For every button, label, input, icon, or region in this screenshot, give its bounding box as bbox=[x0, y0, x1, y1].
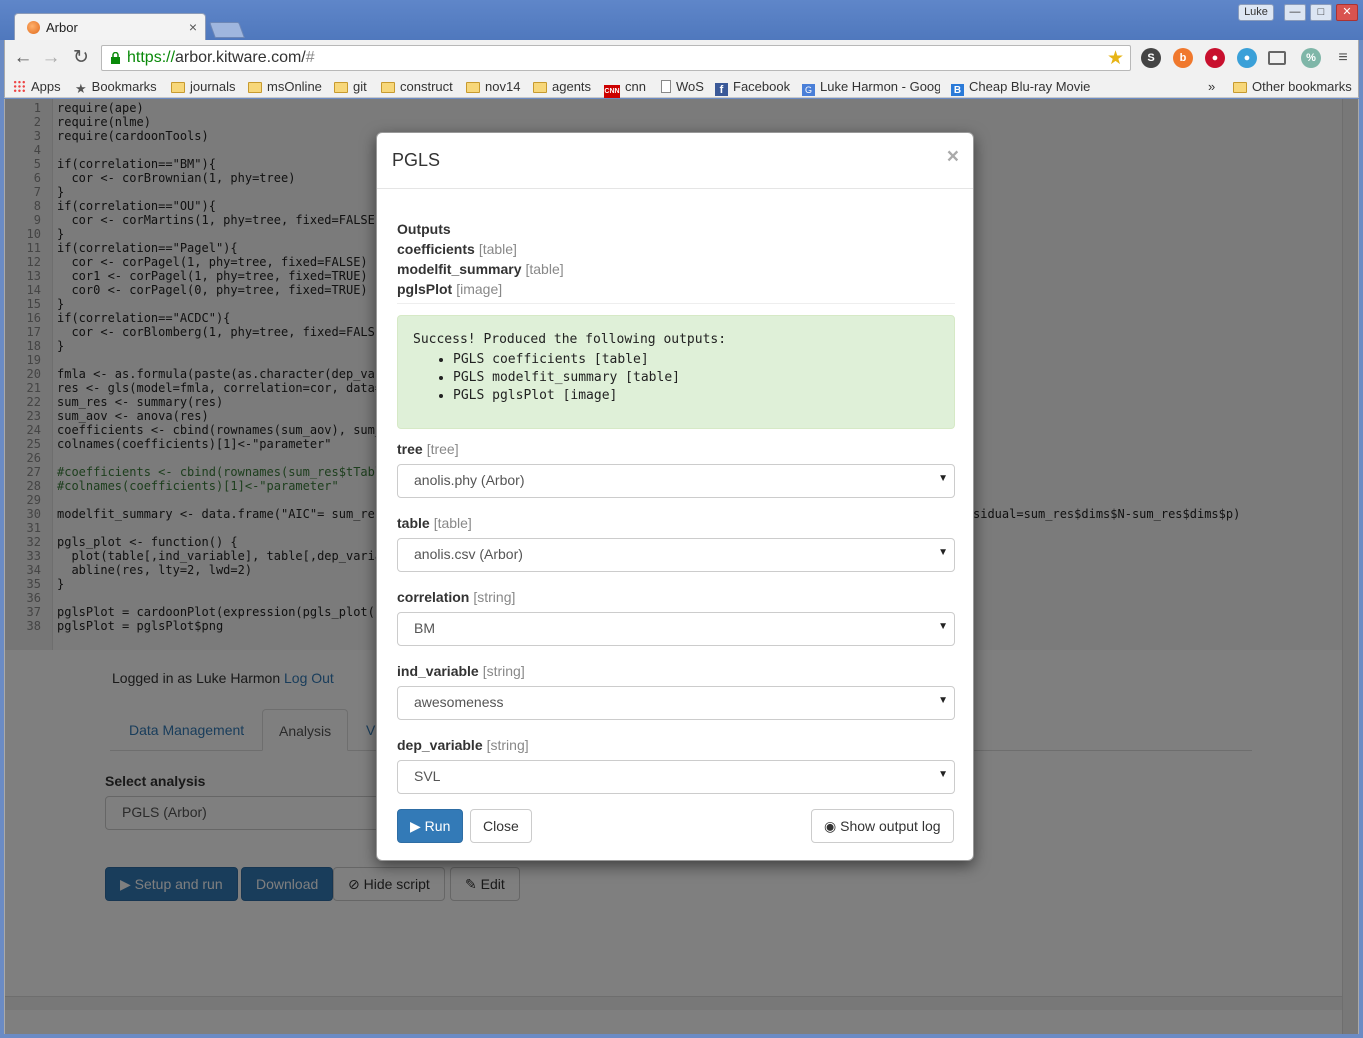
dropdown-caret-icon: ▼ bbox=[938, 621, 948, 632]
modal-close-icon[interactable]: × bbox=[947, 145, 959, 169]
cast-icon[interactable] bbox=[1268, 51, 1286, 65]
table-select[interactable]: anolis.csv (Arbor) ▼ bbox=[397, 538, 955, 572]
folder-icon bbox=[334, 82, 348, 93]
outputs-heading: Outputs bbox=[397, 221, 451, 237]
close-button[interactable]: Close bbox=[470, 809, 532, 843]
success-item: PGLS modelfit_summary [table] bbox=[453, 369, 939, 387]
apps-grid-icon bbox=[13, 80, 26, 93]
modal-title: PGLS bbox=[392, 150, 441, 170]
bookmark-agents[interactable]: agents bbox=[533, 78, 591, 96]
bookmarks-bar: Apps ★ Bookmarks journals msOnline git co… bbox=[4, 76, 1359, 98]
bookmark-construct[interactable]: construct bbox=[381, 78, 453, 96]
extension-ghost-icon[interactable]: ● bbox=[1237, 48, 1257, 68]
star-icon: ★ bbox=[75, 81, 87, 96]
browser-toolbar: ← → ↻ https://arbor.kitware.com/# ★ S b … bbox=[4, 40, 1359, 76]
folder-icon bbox=[381, 82, 395, 93]
tree-label: tree [tree] bbox=[397, 441, 459, 457]
bookmark-msonline[interactable]: msOnline bbox=[248, 78, 322, 96]
page-icon bbox=[661, 80, 671, 93]
facebook-icon: f bbox=[715, 83, 728, 96]
reload-icon[interactable]: ↻ bbox=[69, 46, 93, 70]
folder-icon bbox=[248, 82, 262, 93]
bookmark-apps[interactable]: Apps bbox=[13, 78, 61, 96]
dropdown-caret-icon: ▼ bbox=[938, 769, 948, 780]
tree-select[interactable]: anolis.phy (Arbor) ▼ bbox=[397, 464, 955, 498]
eye-icon: ◉ bbox=[824, 818, 837, 834]
run-button[interactable]: ▶ Run bbox=[397, 809, 464, 843]
divider bbox=[397, 303, 955, 304]
modal-header: PGLS × bbox=[377, 133, 973, 189]
output-pglsplot: pglsPlot [image] bbox=[397, 281, 503, 297]
maximize-window-icon[interactable]: □ bbox=[1310, 4, 1332, 21]
bookmark-cnn[interactable]: CNN cnn bbox=[604, 78, 646, 98]
bookmark-wos[interactable]: WoS bbox=[661, 78, 704, 96]
bookmark-nov14[interactable]: nov14 bbox=[466, 78, 520, 96]
output-coefficients: coefficients [table] bbox=[397, 241, 517, 257]
extension-s-icon[interactable]: S bbox=[1141, 48, 1161, 68]
bookmark-journals[interactable]: journals bbox=[171, 78, 236, 96]
extension-shield-icon[interactable]: % bbox=[1301, 48, 1321, 68]
tab-title: Arbor bbox=[46, 20, 78, 35]
window-titlebar: Arbor × Luke — □ ✕ bbox=[0, 0, 1363, 41]
correlation-label: correlation [string] bbox=[397, 589, 516, 605]
correlation-select[interactable]: BM ▼ bbox=[397, 612, 955, 646]
output-modelfit-summary: modelfit_summary [table] bbox=[397, 261, 564, 277]
secure-lock-icon bbox=[111, 52, 120, 64]
success-alert: Success! Produced the following outputs:… bbox=[397, 315, 955, 429]
bookmark-cheap-bluray[interactable]: B Cheap Blu-ray Movie bbox=[951, 78, 1091, 96]
bookmarks-overflow-chevron[interactable]: » bbox=[1208, 78, 1215, 96]
extension-b-icon[interactable]: b bbox=[1173, 48, 1193, 68]
b-icon: B bbox=[951, 84, 964, 96]
tab-close-icon[interactable]: × bbox=[189, 19, 197, 35]
dep-variable-label: dep_variable [string] bbox=[397, 737, 529, 753]
folder-icon bbox=[1233, 82, 1247, 93]
bookmark-facebook[interactable]: f Facebook bbox=[715, 78, 790, 96]
dropdown-caret-icon: ▼ bbox=[938, 473, 948, 484]
extension-stop-icon[interactable]: ● bbox=[1205, 48, 1225, 68]
forward-arrow-icon[interactable]: → bbox=[39, 46, 63, 70]
folder-icon bbox=[533, 82, 547, 93]
close-window-icon[interactable]: ✕ bbox=[1336, 4, 1358, 21]
page-viewport: 1require(ape)2require(nlme)3require(card… bbox=[4, 99, 1359, 1034]
scholar-icon: G bbox=[802, 84, 815, 96]
success-item: PGLS coefficients [table] bbox=[453, 351, 939, 369]
bookmark-bookmarks[interactable]: ★ Bookmarks bbox=[75, 78, 157, 96]
browser-tab-arbor[interactable]: Arbor × bbox=[14, 13, 206, 41]
url-text: https://arbor.kitware.com/# bbox=[127, 49, 315, 66]
pgls-modal: PGLS × Outputs coefficients [table] model… bbox=[376, 132, 974, 861]
address-bar[interactable]: https://arbor.kitware.com/# ★ bbox=[101, 45, 1131, 71]
dropdown-caret-icon: ▼ bbox=[938, 547, 948, 558]
dropdown-caret-icon: ▼ bbox=[938, 695, 948, 706]
profile-user-badge[interactable]: Luke bbox=[1238, 4, 1274, 21]
bookmark-luke-harmon-scholar[interactable]: G Luke Harmon - Googl bbox=[802, 78, 940, 96]
folder-icon bbox=[466, 82, 480, 93]
new-tab-button[interactable] bbox=[209, 22, 245, 38]
arbor-favicon-icon bbox=[27, 21, 40, 34]
ind-variable-label: ind_variable [string] bbox=[397, 663, 525, 679]
play-icon: ▶ bbox=[410, 818, 421, 834]
cnn-icon: CNN bbox=[604, 85, 620, 98]
back-arrow-icon[interactable]: ← bbox=[11, 46, 35, 70]
bookmark-git[interactable]: git bbox=[334, 78, 367, 96]
bookmark-other-bookmarks[interactable]: Other bookmarks bbox=[1233, 78, 1352, 96]
success-output-list: PGLS coefficients [table] PGLS modelfit_… bbox=[453, 351, 939, 405]
minimize-window-icon[interactable]: — bbox=[1284, 4, 1306, 21]
success-item: PGLS pglsPlot [image] bbox=[453, 387, 939, 405]
ind-variable-select[interactable]: awesomeness ▼ bbox=[397, 686, 955, 720]
folder-icon bbox=[171, 82, 185, 93]
show-output-log-button[interactable]: ◉ Show output log bbox=[811, 809, 954, 843]
table-label: table [table] bbox=[397, 515, 472, 531]
bookmark-star-icon[interactable]: ★ bbox=[1107, 47, 1124, 70]
dep-variable-select[interactable]: SVL ▼ bbox=[397, 760, 955, 794]
chrome-menu-icon[interactable]: ≡ bbox=[1331, 46, 1355, 70]
success-message: Success! Produced the following outputs: bbox=[413, 332, 727, 347]
